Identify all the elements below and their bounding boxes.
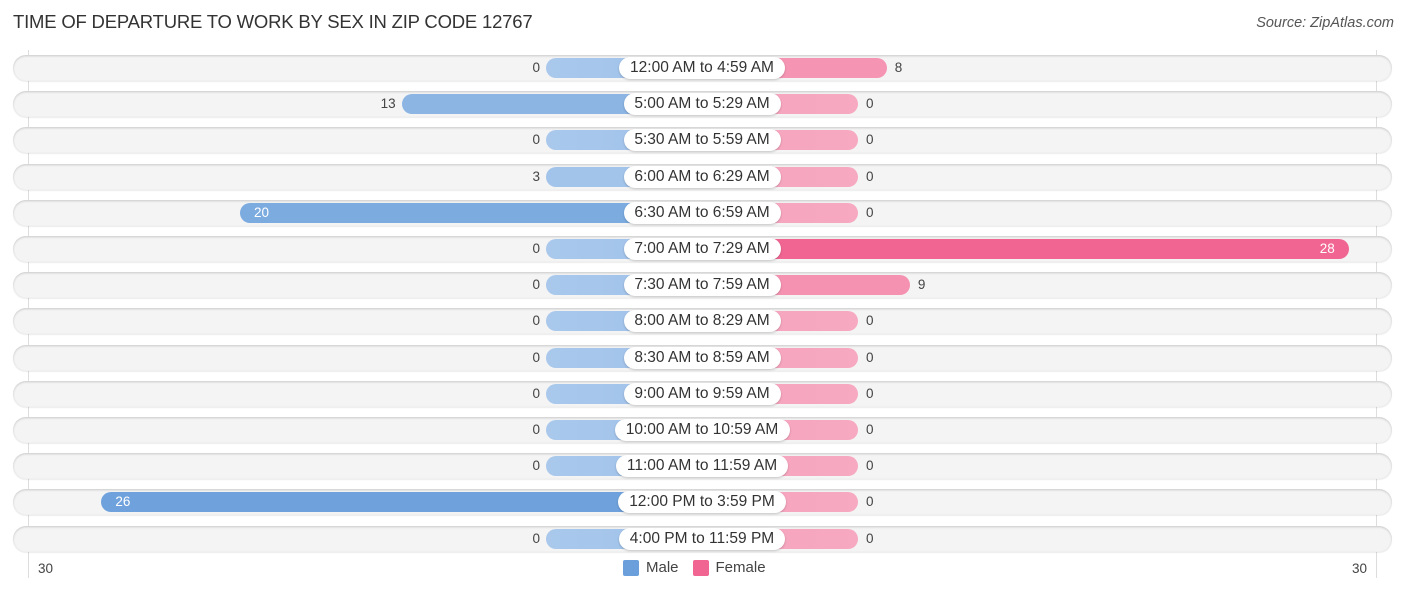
value-label-male: 20	[254, 204, 270, 220]
value-label-male: 0	[532, 60, 540, 75]
value-label-male: 0	[532, 132, 540, 148]
axis-tick-right: 30	[1352, 561, 1368, 576]
value-label-male: 3	[532, 168, 540, 184]
legend: Male Female	[623, 559, 780, 576]
category-label: 5:30 AM to 5:59 AM	[623, 129, 781, 152]
legend-swatch-female	[692, 559, 709, 576]
value-label-female: 8	[894, 60, 903, 75]
value-label-male: 26	[115, 494, 131, 510]
category-label: 12:00 PM to 3:59 PM	[618, 491, 786, 514]
value-label-female: 0	[866, 458, 874, 474]
value-label-male: 0	[532, 241, 540, 256]
category-label: 9:00 AM to 9:59 AM	[623, 382, 781, 405]
legend-item-female[interactable]: Female	[692, 559, 766, 576]
category-label: 7:00 AM to 7:29 AM	[623, 238, 781, 260]
chart-area: 0 8 12:00 AM to 4:59 AM 13 0 5:00 AM to 5:29 …	[0, 0, 1406, 594]
category-label: 7:30 AM to 7:59 AM	[623, 274, 781, 297]
value-label-female: 0	[866, 349, 874, 365]
value-label-female: 0	[866, 132, 874, 148]
axis-tick-left: 30	[38, 561, 54, 576]
value-label-female: 0	[866, 385, 874, 401]
legend-swatch-male	[623, 559, 639, 576]
value-label-female: 9	[917, 277, 926, 293]
category-label: 10:00 AM to 10:59 AM	[614, 419, 790, 441]
value-label-female: 0	[866, 422, 874, 437]
value-label-female: 0	[866, 494, 874, 510]
legend-label-male: Male	[646, 559, 679, 576]
value-label-male: 0	[532, 422, 540, 437]
value-label-male: 0	[532, 385, 540, 401]
value-label-male: 13	[380, 96, 396, 112]
value-label-female: 0	[866, 313, 874, 329]
bar-male[interactable]	[101, 492, 702, 513]
legend-item-male[interactable]: Male	[623, 559, 679, 576]
value-label-female: 0	[866, 96, 874, 112]
category-label: 5:00 AM to 5:29 AM	[623, 93, 781, 116]
value-label-male: 0	[532, 530, 540, 546]
category-label: 4:00 PM to 11:59 PM	[619, 527, 785, 550]
category-label: 6:00 AM to 6:29 AM	[623, 165, 781, 188]
category-label: 6:30 AM to 6:59 AM	[623, 201, 781, 224]
value-label-female: 0	[866, 168, 874, 184]
value-label-male: 0	[532, 349, 540, 365]
value-label-female: 0	[866, 204, 874, 220]
legend-label-female: Female	[715, 559, 766, 576]
category-label: 11:00 AM to 11:59 AM	[616, 455, 788, 478]
category-label: 12:00 AM to 4:59 AM	[619, 57, 785, 79]
value-label-female: 28	[1319, 241, 1335, 256]
value-label-male: 0	[532, 277, 540, 293]
bar-female[interactable]	[702, 239, 1349, 259]
value-label-male: 0	[532, 313, 540, 329]
value-label-female: 0	[866, 530, 874, 546]
value-label-male: 0	[532, 458, 540, 474]
category-label: 8:30 AM to 8:59 AM	[623, 346, 781, 369]
category-label: 8:00 AM to 8:29 AM	[623, 310, 781, 333]
